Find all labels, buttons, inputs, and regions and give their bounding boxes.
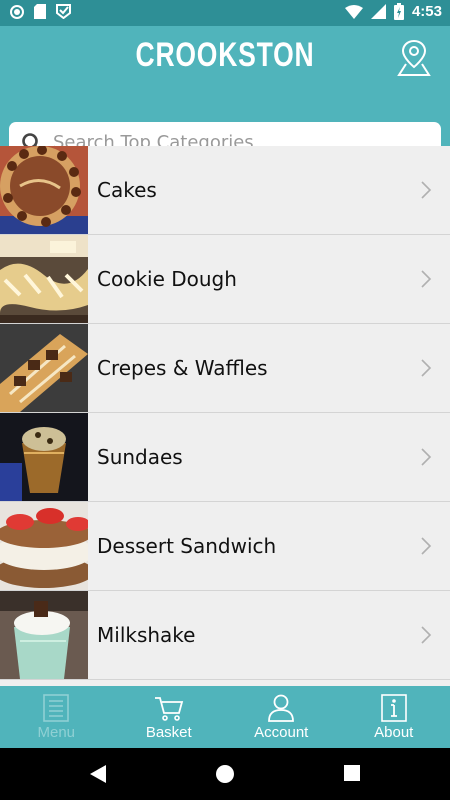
tab-label: Basket [145, 724, 192, 741]
bottom-tab-bar: Menu Basket Account About [0, 686, 450, 748]
home-icon[interactable] [215, 764, 235, 784]
chevron-right-icon [421, 537, 432, 555]
map-pin-icon [397, 39, 431, 76]
tab-menu[interactable]: Menu [0, 686, 113, 748]
category-label: Milkshake [97, 623, 196, 647]
back-icon[interactable] [88, 764, 108, 784]
category-item-dessert-sandwich[interactable]: Dessert Sandwich [0, 502, 450, 591]
tab-account[interactable]: Account [225, 686, 338, 748]
category-item-cookie-dough[interactable]: Cookie Dough [0, 235, 450, 324]
system-navigation-bar [0, 748, 450, 800]
category-item-cakes[interactable]: Cakes [0, 146, 450, 235]
milkshake-thumbnail [0, 591, 88, 679]
sd-card-icon [34, 4, 46, 19]
status-bar: 4:53 [0, 0, 450, 26]
chevron-right-icon [421, 626, 432, 644]
category-item-milkshake[interactable]: Milkshake [0, 591, 450, 680]
tab-label: Menu [37, 724, 76, 741]
category-label: Cakes [97, 178, 157, 202]
category-item-sundaes[interactable]: Sundaes [0, 413, 450, 502]
chevron-right-icon [421, 270, 432, 288]
cookie-dough-thumbnail [0, 235, 88, 323]
category-item-crepes-waffles[interactable]: Crepes & Waffles [0, 324, 450, 413]
tab-label: Account [254, 724, 309, 741]
chevron-right-icon [421, 359, 432, 377]
tab-about[interactable]: About [338, 686, 450, 748]
category-list: Cakes Cookie Dough Crepes & Waffles Sund… [0, 146, 450, 686]
tab-basket[interactable]: Basket [113, 686, 226, 748]
tab-label: About [374, 724, 414, 741]
notification-icon [56, 4, 71, 19]
location-button[interactable] [396, 38, 432, 78]
chevron-right-icon [421, 181, 432, 199]
category-label: Crepes & Waffles [97, 356, 268, 380]
record-icon [10, 4, 24, 19]
crepes-waffles-thumbnail [0, 324, 88, 412]
recents-icon[interactable] [343, 764, 361, 782]
category-label: Cookie Dough [97, 267, 237, 291]
menu-icon [43, 694, 70, 722]
chevron-right-icon [421, 448, 432, 466]
wifi-icon [344, 4, 363, 19]
account-icon [268, 694, 295, 722]
basket-icon [154, 697, 183, 721]
dessert-sandwich-thumbnail [0, 502, 88, 590]
status-time: 4:53 [411, 3, 442, 20]
category-label: Sundaes [97, 445, 183, 469]
app-title: CROOKSTON [135, 36, 315, 74]
category-label: Dessert Sandwich [97, 534, 277, 558]
sundaes-thumbnail [0, 413, 88, 501]
about-icon [380, 694, 407, 722]
battery-icon [393, 3, 404, 20]
signal-icon [370, 4, 386, 19]
cakes-thumbnail [0, 146, 88, 234]
header: CROOKSTON [0, 26, 450, 163]
